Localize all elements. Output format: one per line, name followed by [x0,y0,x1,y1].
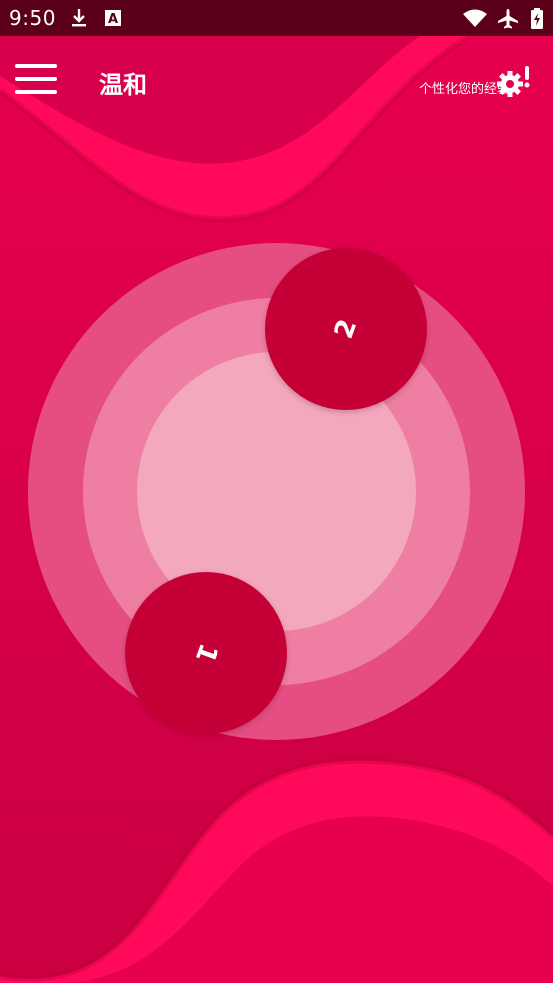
download-icon [72,9,86,27]
a-box-icon: A [105,10,121,27]
page-title: 温和 [99,71,147,99]
app-bar: 温和 个性化您的经验 [0,36,553,124]
gear-alert-icon[interactable] [494,64,534,100]
ring-handle-2[interactable]: 2 [265,248,427,410]
status-bar: 9:50 A [0,0,553,36]
battery-charging-icon [531,8,543,29]
handle-label: 1 [188,639,224,667]
hamburger-menu-icon[interactable] [13,62,59,96]
airplane-icon [498,9,518,29]
wifi-icon [463,9,487,27]
status-time: 9:50 [9,6,56,30]
ring-handle-1[interactable]: 1 [125,572,287,734]
svg-text:A: A [108,12,118,27]
handle-label: 2 [328,315,364,343]
